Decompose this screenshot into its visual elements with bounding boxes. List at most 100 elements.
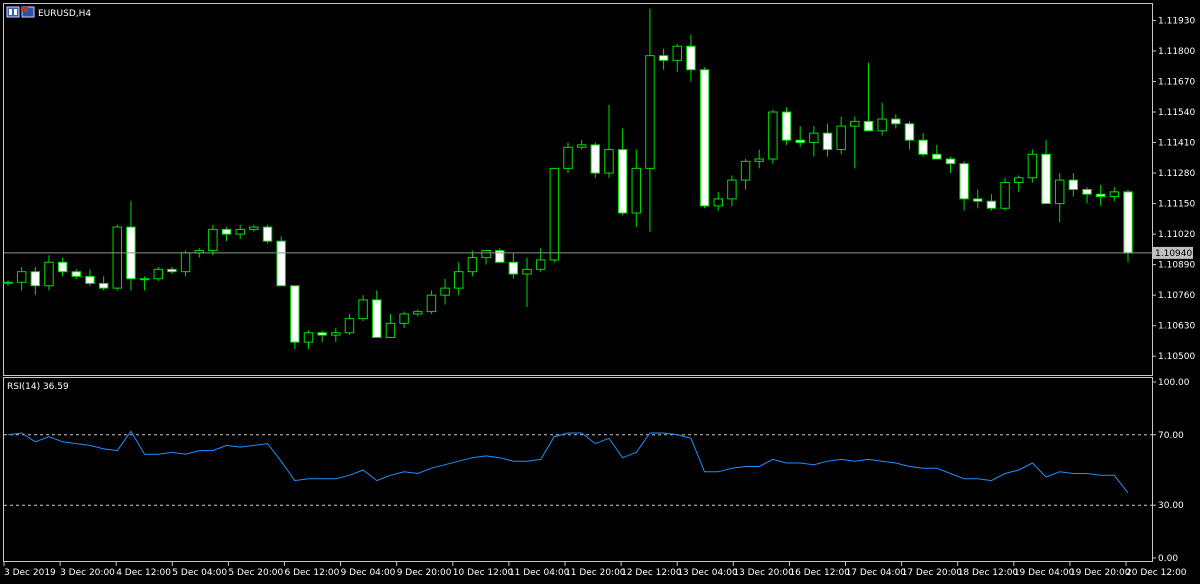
candle-body-bear (945, 158, 956, 165)
candle-body-bear (98, 282, 109, 289)
candle-body-bear (781, 111, 792, 141)
candle-body-bear (932, 153, 942, 160)
candle-body-bull (331, 332, 341, 336)
price-tick-label: 1.11410 (1158, 139, 1195, 149)
candle-body-bear (891, 118, 901, 125)
rsi-panel-frame (3, 377, 1153, 562)
candle-body-bull (426, 294, 437, 313)
time-tick-label: 19 Dec 04:00 (1014, 568, 1075, 578)
candle-body-bear (30, 271, 41, 287)
candle-body-bear (494, 250, 505, 263)
price-tick-label: 1.10890 (1158, 261, 1195, 271)
time-tick-label: 13 Dec 20:00 (733, 568, 794, 578)
candle-body-bear (795, 139, 805, 144)
candle-body-bull (481, 250, 491, 259)
price-tag-label: 1.10940 (1155, 249, 1192, 259)
candle-body-bull (44, 261, 54, 287)
price-tick-label: 1.11540 (1158, 108, 1195, 118)
time-tick-label: 12 Dec 12:00 (621, 568, 682, 578)
candle-body-bear (57, 261, 68, 273)
rsi-tick-label: 100.00 (1158, 378, 1190, 388)
time-tick-label: 19 Dec 20:00 (1070, 568, 1131, 578)
candle-body-bear (1095, 193, 1106, 198)
price-tick-label: 1.11800 (1158, 47, 1195, 57)
candle-body-bull (399, 313, 409, 324)
candle-body-bull (344, 318, 355, 334)
candle-body-bear (904, 123, 915, 141)
candle-body-bear (85, 275, 95, 284)
candle-body-bear (699, 69, 710, 207)
candle-body-bull (303, 332, 314, 343)
candle-body-bull (836, 125, 846, 151)
candle-body-bull (727, 179, 737, 200)
time-tick-label: 11 Dec 20:00 (565, 568, 626, 578)
price-tick-label: 1.11020 (1158, 230, 1195, 240)
price-tick-label: 1.11150 (1158, 200, 1195, 210)
candle-body-bull (1054, 179, 1065, 205)
candle-body-bull (1000, 181, 1010, 209)
candle-body-bear (262, 226, 273, 242)
candle-body-bear (617, 149, 628, 214)
chart-canvas: EURUSD,H4 1.119301.118001.116701.115401.… (3, 3, 1195, 578)
price-tick-label: 1.10760 (1158, 291, 1195, 301)
time-tick-label: 11 Dec 04:00 (509, 568, 570, 578)
time-tick-label: 3 Dec 2019 (4, 568, 56, 578)
candle-body-bull (467, 257, 478, 273)
time-tick-label: 17 Dec 04:00 (846, 568, 907, 578)
candle-body-bull (535, 259, 546, 270)
candle-body-bear (167, 268, 177, 273)
candle-body-bear (686, 45, 696, 71)
price-tick-label: 1.11930 (1158, 16, 1195, 26)
candle-body-bull (208, 228, 218, 252)
candle-body-bear (822, 132, 833, 151)
chart-menu-icon[interactable] (6, 6, 20, 18)
price-axis: 1.11930 1.11800 1.11670 1.11540 1.11410 1.112… (1152, 16, 1195, 362)
candle-body-bear (71, 271, 82, 277)
time-tick-label: 16 Dec 12:00 (789, 568, 850, 578)
candle-body-bull (453, 271, 464, 289)
rsi-tick-label: 70.00 (1158, 431, 1184, 441)
candle-body-bull (1027, 153, 1038, 179)
candle-body-bull (877, 118, 887, 132)
candle-body-bear (1068, 179, 1079, 190)
candle-body-bear (221, 228, 232, 235)
time-axis: 3 Dec 2019 3 Dec 20:00 4 Dec 12:00 5 Dec 04… (3, 562, 1187, 578)
candle-body-bull (768, 111, 778, 160)
candle-body-bull (139, 278, 150, 281)
time-tick-label: 9 Dec 04:00 (341, 568, 396, 578)
time-tick-label: 20 Dec 12:00 (1126, 568, 1187, 578)
time-tick-label: 18 Dec 12:00 (958, 568, 1019, 578)
candle-body-bull (672, 45, 683, 61)
candle-body-bear (372, 299, 382, 338)
candle-body-bull (576, 144, 587, 148)
candle-body-bull (522, 268, 532, 275)
candle-body-bear (1041, 153, 1051, 205)
candle-body-bull (3, 281, 13, 284)
candle-body-bull (180, 252, 191, 273)
candle-body-bull (645, 55, 655, 169)
candle-body-bear (317, 332, 327, 336)
time-tick-label: 3 Dec 20:00 (60, 568, 115, 578)
candle-body-bull (413, 311, 423, 315)
candle-body-bear (863, 120, 874, 132)
price-panel-frame (3, 3, 1153, 376)
candle-body-bear (290, 285, 300, 343)
time-tick-label: 6 Dec 12:00 (285, 568, 340, 578)
candle-body-bear (1123, 191, 1133, 254)
candle-body-bull (249, 226, 259, 230)
time-tick-label: 10 Dec 12:00 (453, 568, 514, 578)
candle-body-bear (508, 261, 519, 275)
candle-body-bull (809, 132, 819, 144)
candle-body-bull (1109, 191, 1120, 198)
candle-body-bull (235, 228, 245, 235)
rsi-tick-label: 30.00 (1158, 501, 1184, 511)
flag-icon (21, 6, 35, 18)
candle-body-bear (973, 198, 983, 202)
candle-body-bear (590, 144, 601, 174)
candle-body-bull (850, 120, 860, 127)
price-tick-label: 1.11670 (1158, 77, 1195, 87)
time-tick-label: 13 Dec 04:00 (677, 568, 738, 578)
candle-body-bull (1013, 177, 1024, 183)
candle-body-bear (918, 139, 928, 155)
candle-body-bear (658, 55, 669, 61)
